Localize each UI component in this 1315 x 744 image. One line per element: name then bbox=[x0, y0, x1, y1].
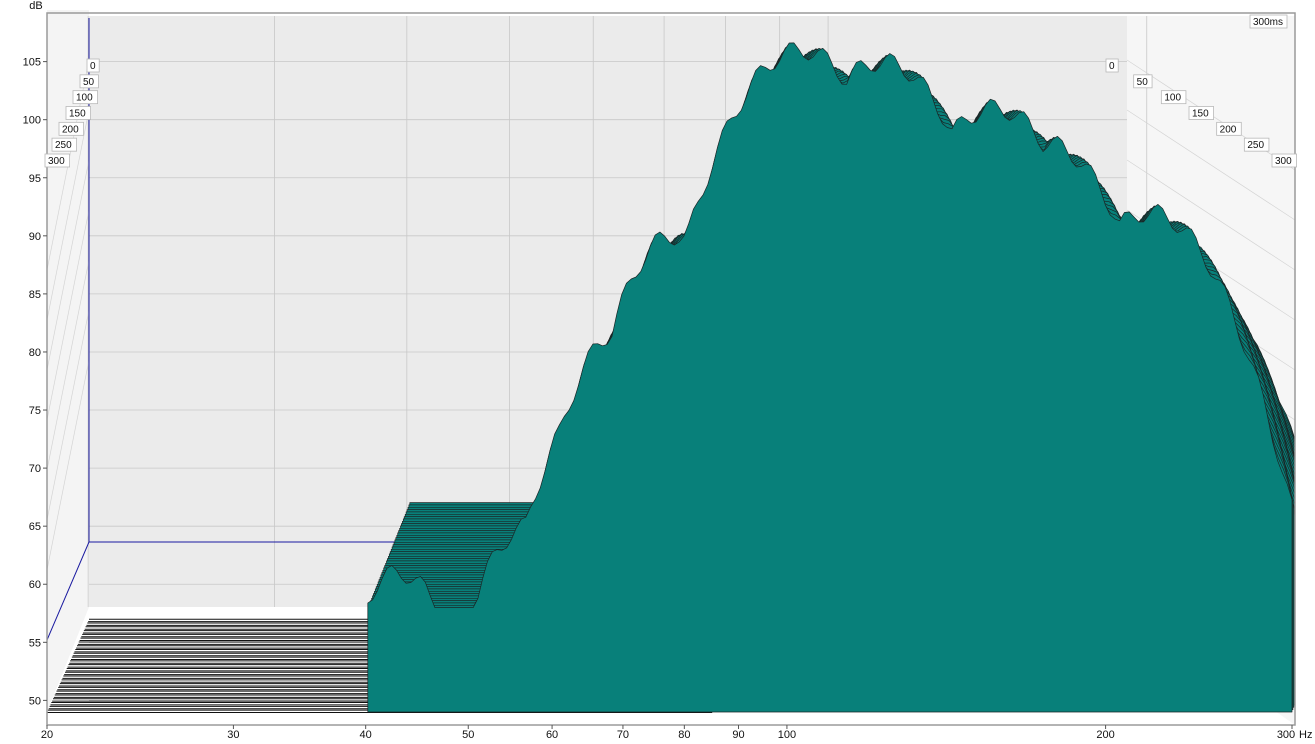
y-tick-label: 65 bbox=[29, 521, 41, 533]
y-tick-label: 75 bbox=[29, 405, 41, 417]
time-tick-right: 100 bbox=[1160, 90, 1187, 105]
y-tick-label: 85 bbox=[29, 289, 41, 301]
x-tick-label: 20 bbox=[41, 729, 53, 741]
y-axis-unit: dB bbox=[29, 0, 42, 12]
y-tick-label: 80 bbox=[29, 347, 41, 359]
time-tick-left: 200 bbox=[58, 121, 85, 136]
time-tick-left: 0 bbox=[86, 58, 100, 73]
time-tick-label: 150 bbox=[1192, 109, 1209, 120]
time-tick-left: 150 bbox=[65, 106, 92, 120]
x-tick-label: 40 bbox=[360, 729, 372, 741]
time-tick-right: 150 bbox=[1188, 106, 1215, 120]
time-tick-label: 300 bbox=[48, 156, 65, 167]
time-tick-right: 50 bbox=[1133, 74, 1153, 89]
y-tick-label: 95 bbox=[29, 173, 41, 185]
time-tick-right: 250 bbox=[1243, 137, 1270, 152]
time-tick-label: 150 bbox=[69, 109, 86, 120]
time-tick-left: 250 bbox=[51, 137, 78, 152]
time-tick-label: 0 bbox=[1109, 61, 1115, 72]
x-axis-unit: Hz bbox=[1299, 729, 1312, 741]
time-unit-label: 300ms bbox=[1249, 14, 1288, 29]
y-axis: dB 50 55 60 65 70 75 80 85 90 95 100 105 bbox=[23, 0, 47, 707]
x-tick-label: 200 bbox=[1096, 729, 1114, 741]
x-tick-label: 60 bbox=[546, 729, 558, 741]
x-tick-label: 30 bbox=[227, 729, 239, 741]
time-tick-label: 250 bbox=[1247, 140, 1264, 151]
x-tick-label: 70 bbox=[617, 729, 629, 741]
time-tick-right: 0 bbox=[1105, 58, 1119, 73]
time-tick-label: 50 bbox=[1137, 77, 1149, 88]
y-tick-label: 90 bbox=[29, 231, 41, 243]
time-tick-label: 100 bbox=[76, 93, 93, 104]
y-tick-label: 100 bbox=[23, 115, 41, 127]
time-tick-left: 300 bbox=[44, 153, 71, 168]
time-tick-label: 200 bbox=[1220, 124, 1237, 135]
x-tick-label: 100 bbox=[778, 729, 796, 741]
y-tick-label: 70 bbox=[29, 463, 41, 475]
time-tick-right: 300 bbox=[1271, 153, 1298, 168]
time-tick-label: 0 bbox=[90, 61, 96, 72]
time-tick-left: 100 bbox=[72, 90, 99, 105]
time-tick-label: 100 bbox=[1164, 93, 1181, 104]
time-tick-label: 250 bbox=[55, 140, 72, 151]
y-tick-label: 60 bbox=[29, 579, 41, 591]
y-tick-label: 55 bbox=[29, 637, 41, 649]
time-tick-label: 300 bbox=[1275, 156, 1292, 167]
waterfall-chart: dB 50 55 60 65 70 75 80 85 90 95 100 105 20 30 40 50 60 7… bbox=[23, 0, 1313, 741]
x-tick-label: 300 bbox=[1277, 729, 1295, 741]
time-tick-left: 50 bbox=[79, 74, 99, 89]
y-tick-label: 105 bbox=[23, 57, 41, 69]
time-tick-label: 300ms bbox=[1253, 17, 1283, 28]
time-tick-label: 50 bbox=[83, 77, 95, 88]
time-tick-label: 200 bbox=[62, 124, 79, 135]
x-tick-label: 50 bbox=[462, 729, 474, 741]
x-axis: 20 30 40 50 60 70 80 90 100 200 300 Hz bbox=[41, 725, 1312, 741]
x-tick-label: 80 bbox=[678, 729, 690, 741]
x-tick-label: 90 bbox=[732, 729, 744, 741]
y-tick-label: 50 bbox=[29, 695, 41, 707]
time-tick-right: 200 bbox=[1216, 121, 1242, 136]
